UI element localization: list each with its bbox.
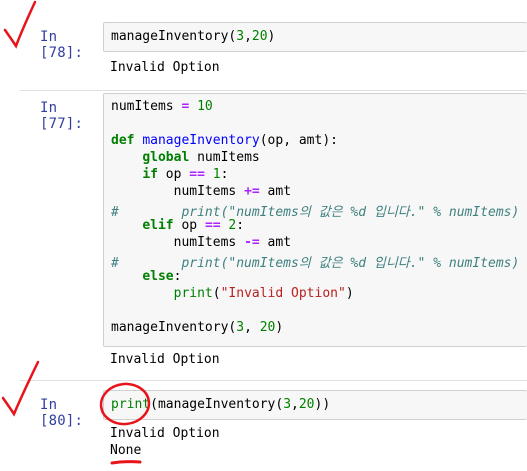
code-line: else: [142,269,182,284]
code-line: manageInventory(3,20) [111,29,276,44]
code-line: def manageInventory(op, amt): [111,133,338,148]
code-line: numItems += amt [111,184,292,199]
code-input[interactable]: print(manageInventory(3,20)) [103,390,527,420]
code-line: global numItems [142,150,260,165]
notebook-cell-77[interactable]: In [77]: numItems = 10 def manageInvento… [0,90,527,380]
cell-output: Invalid Option [110,426,220,441]
code-input[interactable]: numItems = 10 def manageInventory(op, am… [103,93,527,347]
code-line: manageInventory(3, 20) [111,320,284,335]
cell-output: None [110,443,142,458]
cell-output: Invalid Option [110,60,220,75]
cell-prompt: In [80]: [40,397,84,429]
code-line: numItems = 10 [111,99,213,114]
cell-output: Invalid Option [110,352,220,367]
code-input[interactable]: manageInventory(3,20) [103,22,527,52]
cell-prompt: In [78]: [40,29,84,61]
notebook-cell-78[interactable]: In [78]: manageInventory(3,20) Invalid O… [0,0,527,90]
code-line: print(manageInventory(3,20)) [111,397,331,412]
cell-prompt: In [77]: [40,100,84,132]
code-line: elif op == 2: [142,218,245,233]
code-line: numItems -= amt [111,235,292,250]
code-line: if op == 1: [142,167,229,182]
notebook-cell-80[interactable]: In [80]: print(manageInventory(3,20)) In… [0,380,527,471]
code-line: print("Invalid Option") [173,286,354,301]
